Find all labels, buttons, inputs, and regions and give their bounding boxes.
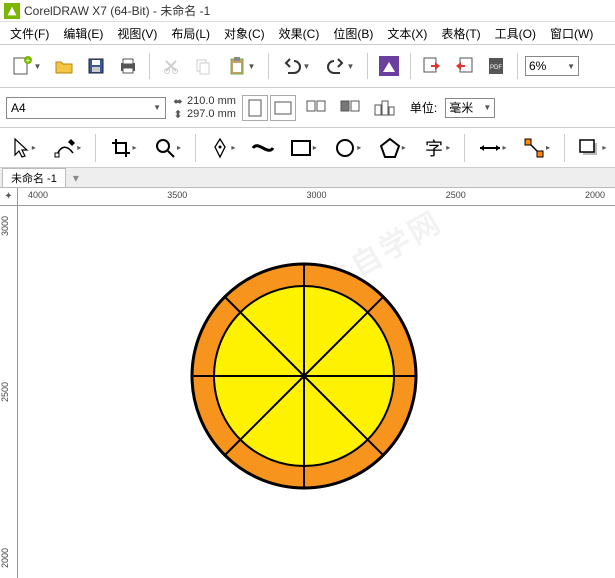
- menu-bar: 文件(F) 编辑(E) 视图(V) 布局(L) 对象(C) 效果(C) 位图(B…: [0, 22, 615, 44]
- text-tool[interactable]: 字▸: [419, 133, 453, 163]
- ruler-tick: 3000: [0, 216, 17, 236]
- copy-button[interactable]: [189, 52, 217, 80]
- app-icon: [4, 3, 20, 19]
- menu-file[interactable]: 文件(F): [4, 23, 55, 44]
- ruler-tick: 3000: [306, 190, 326, 207]
- separator: [95, 134, 96, 162]
- menu-effects[interactable]: 效果(C): [273, 23, 326, 44]
- menu-tools[interactable]: 工具(O): [489, 23, 542, 44]
- menu-edit[interactable]: 编辑(E): [57, 23, 109, 44]
- current-page-button[interactable]: [336, 94, 364, 122]
- orientation-group: [242, 95, 296, 121]
- page-width-value[interactable]: 210.0 mm: [187, 95, 236, 107]
- separator: [268, 53, 269, 79]
- import-button[interactable]: [418, 52, 446, 80]
- drawing-page[interactable]: 软件自学网: [24, 206, 615, 578]
- zoom-value: 6%: [529, 59, 546, 73]
- save-button[interactable]: [82, 52, 110, 80]
- paste-button[interactable]: ▼: [221, 52, 261, 80]
- artistic-media-tool[interactable]: [250, 133, 276, 163]
- menu-view[interactable]: 视图(V): [111, 23, 163, 44]
- separator: [564, 134, 565, 162]
- add-tab-button[interactable]: ▾: [68, 171, 84, 187]
- shape-tool[interactable]: ▸: [50, 133, 84, 163]
- connector-tool[interactable]: ▸: [519, 133, 553, 163]
- document-tab[interactable]: 未命名 -1: [2, 168, 66, 187]
- separator: [367, 53, 368, 79]
- standard-toolbar: +▼ ▼ ▼ ▼ PDF 6% ▼: [0, 44, 615, 88]
- horizontal-ruler[interactable]: 4000 3500 3000 2500 2000: [18, 188, 615, 206]
- pen-tool[interactable]: ▸: [206, 133, 240, 163]
- page-layout-button[interactable]: [370, 94, 398, 122]
- title-bar: CorelDRAW X7 (64-Bit) - 未命名 -1: [0, 0, 615, 22]
- property-bar: A4 ▼ ⬌210.0 mm ⬍297.0 mm 单位: 毫米 ▼: [0, 88, 615, 128]
- page-dimensions: ⬌210.0 mm ⬍297.0 mm: [172, 95, 236, 121]
- document-tabs: 未命名 -1 ▾: [0, 168, 615, 188]
- polygon-tool[interactable]: ▸: [375, 133, 409, 163]
- separator: [410, 53, 411, 79]
- dimension-tool[interactable]: ▸: [475, 133, 509, 163]
- portrait-button[interactable]: [242, 95, 268, 121]
- undo-button[interactable]: ▼: [276, 52, 316, 80]
- redo-button[interactable]: ▼: [320, 52, 360, 80]
- svg-text:+: +: [25, 56, 30, 65]
- publish-pdf-button[interactable]: PDF: [482, 52, 510, 80]
- chevron-down-icon: ▼: [483, 103, 491, 112]
- width-icon: ⬌: [172, 95, 184, 108]
- paper-size-combo[interactable]: A4 ▼: [6, 97, 166, 119]
- menu-table[interactable]: 表格(T): [435, 23, 486, 44]
- drop-shadow-tool[interactable]: ▸: [575, 133, 609, 163]
- menu-bitmap[interactable]: 位图(B): [327, 23, 379, 44]
- rectangle-tool[interactable]: ▸: [286, 133, 320, 163]
- canvas-area: ✦ 4000 3500 3000 2500 2000 3000 2500 200…: [0, 188, 615, 578]
- landscape-button[interactable]: [270, 95, 296, 121]
- search-content-button[interactable]: [375, 52, 403, 80]
- ruler-tick: 2000: [0, 548, 17, 568]
- menu-layout[interactable]: 布局(L): [165, 23, 216, 44]
- ruler-tick: 2500: [0, 382, 17, 402]
- zoom-tool[interactable]: ▸: [150, 133, 184, 163]
- drawn-object[interactable]: [184, 256, 424, 496]
- units-combo[interactable]: 毫米 ▼: [445, 98, 495, 118]
- units-label: 单位:: [410, 99, 437, 116]
- separator: [195, 134, 196, 162]
- svg-text:字: 字: [425, 139, 443, 159]
- ruler-tick: 2000: [585, 190, 605, 207]
- ruler-origin[interactable]: ✦: [0, 188, 18, 206]
- window-title: CorelDRAW X7 (64-Bit) - 未命名 -1: [24, 2, 210, 19]
- ruler-tick: 4000: [28, 190, 48, 207]
- new-button[interactable]: +▼: [6, 52, 46, 80]
- ellipse-tool[interactable]: ▸: [331, 133, 365, 163]
- all-pages-button[interactable]: [302, 94, 330, 122]
- export-button[interactable]: [450, 52, 478, 80]
- zoom-level-combo[interactable]: 6% ▼: [525, 56, 579, 76]
- chevron-down-icon: ▼: [567, 62, 575, 71]
- crop-tool[interactable]: ▸: [106, 133, 140, 163]
- ruler-tick: 2500: [446, 190, 466, 207]
- units-value: 毫米: [449, 99, 473, 116]
- separator: [149, 53, 150, 79]
- menu-object[interactable]: 对象(C): [218, 23, 271, 44]
- print-button[interactable]: [114, 52, 142, 80]
- vertical-ruler[interactable]: 3000 2500 2000: [0, 206, 18, 578]
- menu-window[interactable]: 窗口(W): [544, 23, 599, 44]
- paper-size-value: A4: [11, 101, 26, 115]
- toolbox: ▸ ▸ ▸ ▸ ▸ ▸ ▸ ▸ 字▸ ▸ ▸ ▸: [0, 128, 615, 168]
- ruler-tick: 3500: [167, 190, 187, 207]
- chevron-down-icon: ▼: [153, 103, 161, 112]
- height-icon: ⬍: [172, 108, 184, 121]
- separator: [464, 134, 465, 162]
- cut-button[interactable]: [157, 52, 185, 80]
- separator: [517, 53, 518, 79]
- menu-text[interactable]: 文本(X): [381, 23, 433, 44]
- open-button[interactable]: [50, 52, 78, 80]
- svg-text:PDF: PDF: [490, 65, 502, 71]
- page-height-value[interactable]: 297.0 mm: [187, 108, 236, 120]
- pick-tool[interactable]: ▸: [6, 133, 40, 163]
